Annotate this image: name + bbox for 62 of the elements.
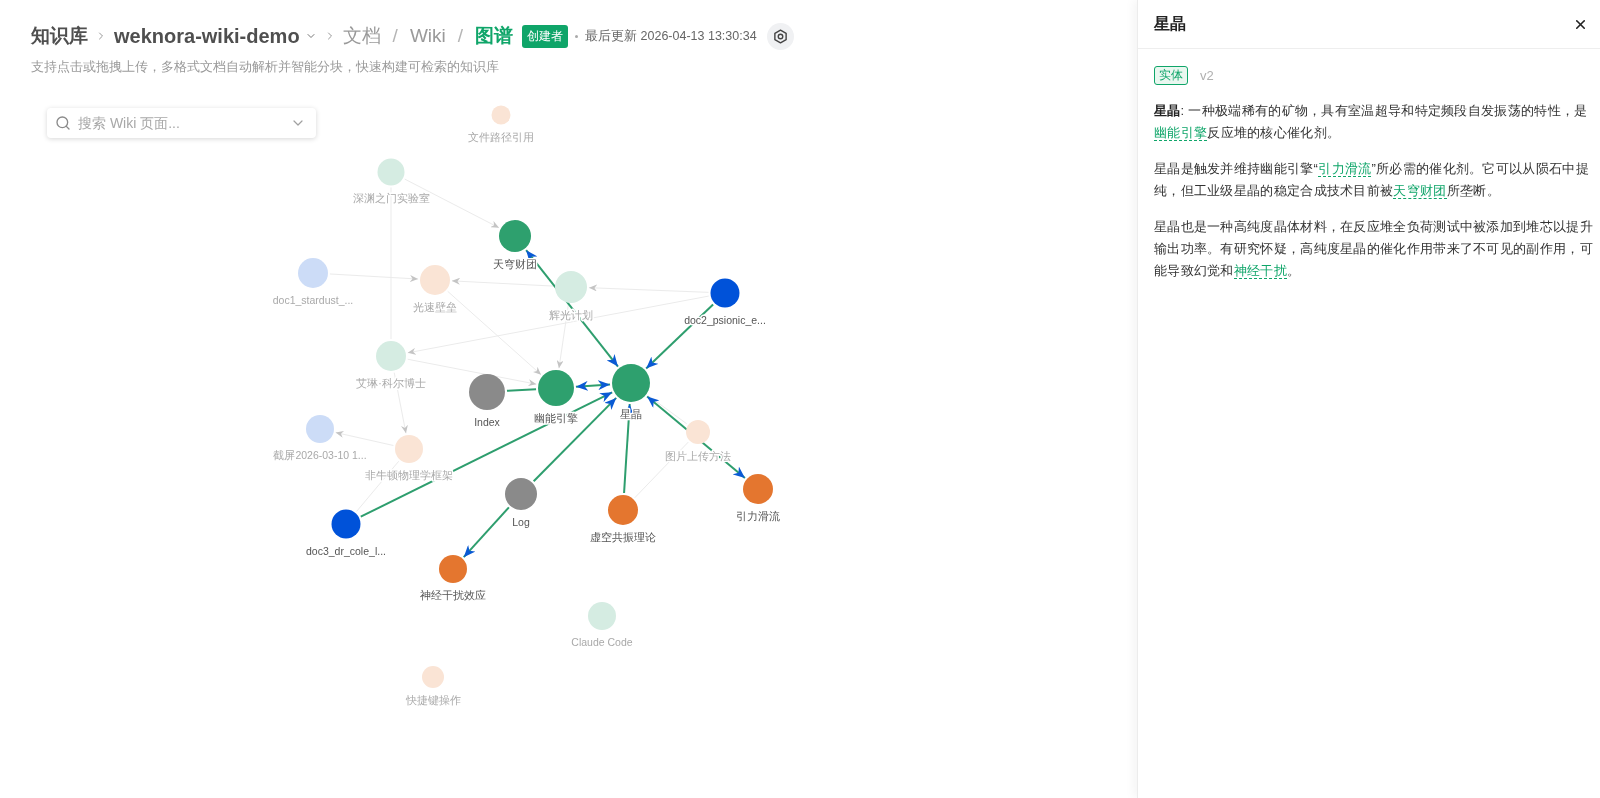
graph-node[interactable] (499, 220, 531, 252)
node-label: 神经干扰效应 (420, 589, 486, 601)
graph-node[interactable] (376, 341, 406, 371)
graph-node[interactable] (331, 509, 361, 539)
graph-node[interactable] (420, 265, 450, 295)
node-label: 虚空共振理论 (590, 531, 656, 543)
graph-node[interactable] (686, 420, 710, 444)
last-updated: 最后更新 2026-04-13 13:30:34 (585, 27, 757, 45)
node-label: doc1_stardust_... (272, 294, 354, 306)
knowledge-base-selector[interactable]: weknora-wiki-demo (114, 24, 317, 48)
description-paragraph: 星晶也是一种高纯度晶体材料，在反应堆全负荷测试中被添加到堆芯以提升输出功率。有研究怀疑，高纯度星晶的催化作用带来了不可见的副作用，可能导致幻觉和神经干扰。 (1154, 218, 1593, 281)
graph-node[interactable] (377, 158, 405, 186)
graph-node[interactable] (298, 258, 328, 288)
graph-node[interactable] (306, 415, 334, 443)
description-paragraph: 星晶: 一种极端稀有的矿物，具有室温超导和特定频段自发振荡的特性，是 幽能引擎反应堆的核心催化剂。 (1154, 102, 1589, 143)
wiki-link[interactable]: 引力滑流 (1318, 161, 1372, 177)
node-label: 艾琳·科尔博士 (356, 377, 426, 389)
graph-node[interactable] (395, 435, 423, 463)
graph-node[interactable] (555, 271, 587, 303)
graph-node[interactable] (422, 666, 444, 688)
panel-title: 星晶 (1154, 13, 1186, 34)
graph-node[interactable] (710, 278, 740, 308)
node-label: Claude Code (571, 636, 633, 648)
view-tab[interactable]: 文档 (342, 23, 381, 49)
role-badge: 创建者 (522, 24, 569, 48)
graph-node[interactable] (439, 555, 467, 583)
graph-node[interactable] (608, 495, 638, 525)
view-tab[interactable]: Wiki (409, 25, 446, 47)
graph-node[interactable] (505, 478, 537, 510)
description-paragraph: 星晶是触发并维持幽能引擎“引力滑流”所必需的催化剂。它可以从陨石中提纯，但工业级星晶的稳定合成技术目前被天穹财团所垄断。 (1154, 160, 1590, 201)
node-label: 光速壁垒 (413, 301, 457, 313)
graph-node[interactable] (612, 364, 650, 402)
wiki-link[interactable]: 神经干扰 (1233, 263, 1287, 279)
node-label: doc3_dr_cole_l... (306, 544, 386, 557)
node-label: Index (474, 416, 500, 428)
wiki-link[interactable]: 幽能引擎 (1154, 125, 1208, 141)
graph-node[interactable] (469, 374, 505, 410)
node-label: 图片上传方法 (665, 450, 731, 462)
type-tag: 实体 (1154, 66, 1188, 85)
search-field[interactable]: 搜索 Wiki 页面... (47, 108, 316, 138)
settings-button[interactable] (766, 22, 794, 50)
graph-node[interactable] (491, 105, 511, 125)
search-icon (55, 115, 71, 131)
node-label: Log (512, 516, 530, 528)
graph-node[interactable] (743, 474, 773, 504)
version-label: v2 (1200, 68, 1214, 83)
tab-separator: / (392, 25, 398, 47)
node-label: 文件路径引用 (468, 130, 534, 143)
graph-node[interactable] (588, 602, 616, 630)
graph-node[interactable] (538, 370, 574, 406)
dot-icon (575, 34, 579, 38)
node-label: 截屏2026-03-10 1... (273, 449, 367, 461)
page-subtitle: 支持点击或拖拽上传，多格式文档自动解析并智能分块，快速构建可检索的知识库 (31, 58, 500, 76)
node-label: 快捷键操作 (405, 694, 461, 706)
settings-icon (772, 28, 788, 44)
node-label: 深渊之门实验室 (352, 191, 430, 204)
tab-separator: / (457, 25, 464, 47)
node-label: 引力滑流 (736, 510, 780, 522)
view-tab[interactable]: 图谱 (475, 23, 514, 49)
breadcrumb-link[interactable]: 知识库 (31, 23, 88, 49)
node-label: 天穹财团 (493, 258, 537, 270)
wiki-link[interactable]: 天穹财团 (1393, 183, 1447, 199)
